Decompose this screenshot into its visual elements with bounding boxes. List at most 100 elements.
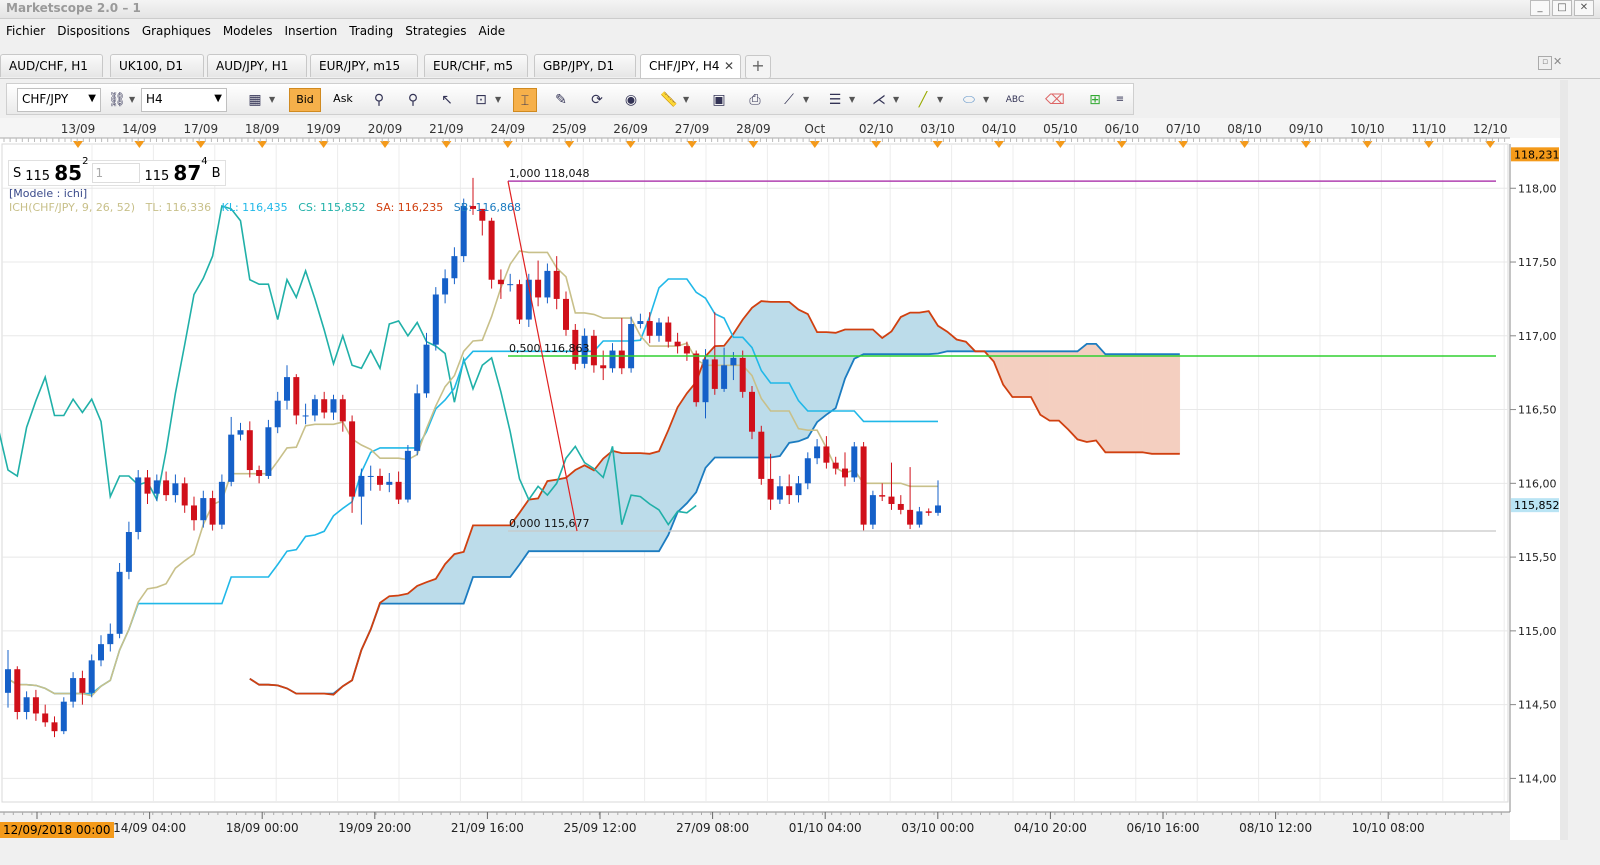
bullish-candle [330,399,337,413]
bullish-candle [637,321,644,324]
ichimoku-cloud-segment [1105,353,1115,453]
bullish-candle [125,532,132,572]
ellipse-icon[interactable]: ⬭ [957,88,981,112]
bullish-candle [795,483,802,496]
bearish-candle [209,498,216,525]
zoom-in-icon[interactable]: ⚲ [367,88,391,112]
top-date-label: 25/09 [552,122,587,136]
chevron-down-icon[interactable]: ▼ [683,88,691,112]
chart-type-icon[interactable]: ▦ [243,88,267,112]
chevron-down-icon[interactable]: ▼ [893,88,901,112]
eraser-icon[interactable]: ⌫ [1043,88,1067,112]
ichimoku-cloud-segment [575,464,585,552]
more-icon[interactable]: ≡ [1113,88,1127,112]
bullish-candle [116,571,123,634]
bullish-candle [153,480,160,494]
chevron-down-icon[interactable]: ▼ [129,88,137,112]
edit-icon[interactable]: ✎ [549,88,573,112]
tab-aud-jpy-h1[interactable]: AUD/JPY, H1 [207,54,307,77]
chevron-down-icon[interactable]: ▼ [269,88,277,112]
chevron-down-icon[interactable]: ▼ [849,88,857,112]
bearish-candle [674,341,681,347]
chevron-down-icon[interactable]: ▼ [495,88,503,112]
minimize-button[interactable]: _ [1530,0,1550,16]
sell-price[interactable]: 115 852 [25,156,88,185]
menu-modeles[interactable]: Modeles [217,22,279,42]
cursor-date-badge: 12/09/2018 00:00 [0,822,114,838]
amount-input[interactable]: 1 [92,163,141,183]
restore-panel-icon[interactable]: ▫ ✕ [1538,54,1564,76]
bid-button[interactable]: Bid [289,88,321,112]
buy-price[interactable]: 115 874 [144,156,207,185]
chevron-down-icon[interactable]: ▼ [937,88,945,112]
pencil-icon[interactable]: ╱ [911,88,935,112]
ask-button[interactable]: Ask [327,88,359,112]
buy-label[interactable]: B [212,166,221,181]
vertical-scrollbar[interactable] [1560,80,1568,840]
ichimoku-cs: CS: 115,852 [298,201,366,214]
bearish-candle [879,495,886,497]
maximize-button[interactable]: □ [1552,0,1572,16]
top-date-label: 24/09 [491,122,526,136]
ichimoku-kl: KL: 116,435 [221,201,288,214]
globe-icon[interactable]: ◉ [619,88,643,112]
ichimoku-name: ICH(CHF/JPY, 9, 26, 52) [9,201,136,214]
symbol-select[interactable]: CHF/JPY ▼ [17,88,101,112]
tab-eur-chf-m5[interactable]: EUR/CHF, m5 [424,54,528,77]
close-tab-icon[interactable]: ✕ [724,55,734,77]
top-date-label: 10/10 [1350,122,1385,136]
time-axis-label: 03/10 00:00 [901,821,974,835]
ichimoku-sb: SB: 116,868 [453,201,521,214]
bullish-candle [302,415,309,417]
lines-icon[interactable]: ☰ [823,88,847,112]
bullish-candle [237,430,244,435]
zoom-out-icon[interactable]: ⚲ [401,88,425,112]
fibo-label: 0,000 115,677 [509,517,589,530]
menu-strategies[interactable]: Strategies [399,22,472,42]
high-price-tag: 118,231 [1514,148,1560,161]
trend-tools-icon[interactable]: ⟋ [777,88,801,112]
menu-aide[interactable]: Aide [473,22,512,42]
ichimoku-cloud-segment [779,301,790,457]
bullish-candle [414,393,421,451]
chain-link-icon[interactable]: ⛓ [105,88,129,112]
top-date-label: 09/10 [1289,122,1324,136]
image-icon[interactable]: ▣ [707,88,731,112]
hierarchy-icon[interactable]: ⊞ [1083,88,1107,112]
fan-icon[interactable]: ⋌ [867,88,891,112]
menu-fichier[interactable]: Fichier [0,22,51,42]
menu-insertion[interactable]: Insertion [279,22,344,42]
bearish-candle [497,279,504,285]
add-tab-button[interactable]: + [745,55,771,79]
tab-chf-jpy-h4[interactable]: CHF/JPY, H4 ✕ [640,54,741,78]
sell-label[interactable]: S [13,166,21,181]
text-tool-icon[interactable]: ABC [1003,88,1027,112]
tab-eur-jpy-m15[interactable]: EUR/JPY, m15 [310,54,418,77]
ichimoku-sa: SA: 116,235 [376,201,444,214]
tab-aud-chf-h1[interactable]: AUD/CHF, H1 [0,54,103,77]
print-icon[interactable]: ⎙ [743,88,767,112]
crosshair-icon[interactable]: ⌶ [513,88,537,112]
cursor-icon[interactable]: ↖ [435,88,459,112]
bearish-candle [711,359,718,389]
chevron-down-icon[interactable]: ▼ [983,88,991,112]
menu-dispositions[interactable]: Dispositions [51,22,136,42]
tab-gbp-jpy-d1[interactable]: GBP/JPY, D1 [534,54,636,77]
bullish-candle [609,350,616,369]
link-icon[interactable]: ⟳ [585,88,609,112]
timeframe-select[interactable]: H4 ▼ [141,88,227,112]
menu-graphiques[interactable]: Graphiques [136,22,217,42]
bearish-candle [339,399,346,422]
sell-price-big: 85 [54,161,83,185]
menu-trading[interactable]: Trading [343,22,399,42]
bearish-candle [516,284,523,320]
bullish-candle [702,359,709,403]
zoom-area-icon[interactable]: ⊡ [469,88,493,112]
top-date-label: 13/09 [61,122,96,136]
close-button[interactable]: ✕ [1574,0,1594,16]
tab-uk100-d1[interactable]: UK100, D1 [110,54,204,77]
ruler-icon[interactable]: 📏 [657,88,681,112]
price-chart[interactable]: 13/09 14/09 17/09 18/09 19/09 20/09 21/09 24/09… [0,118,1560,840]
ichimoku-cloud-segment [1160,353,1171,455]
chevron-down-icon[interactable]: ▼ [803,88,811,112]
